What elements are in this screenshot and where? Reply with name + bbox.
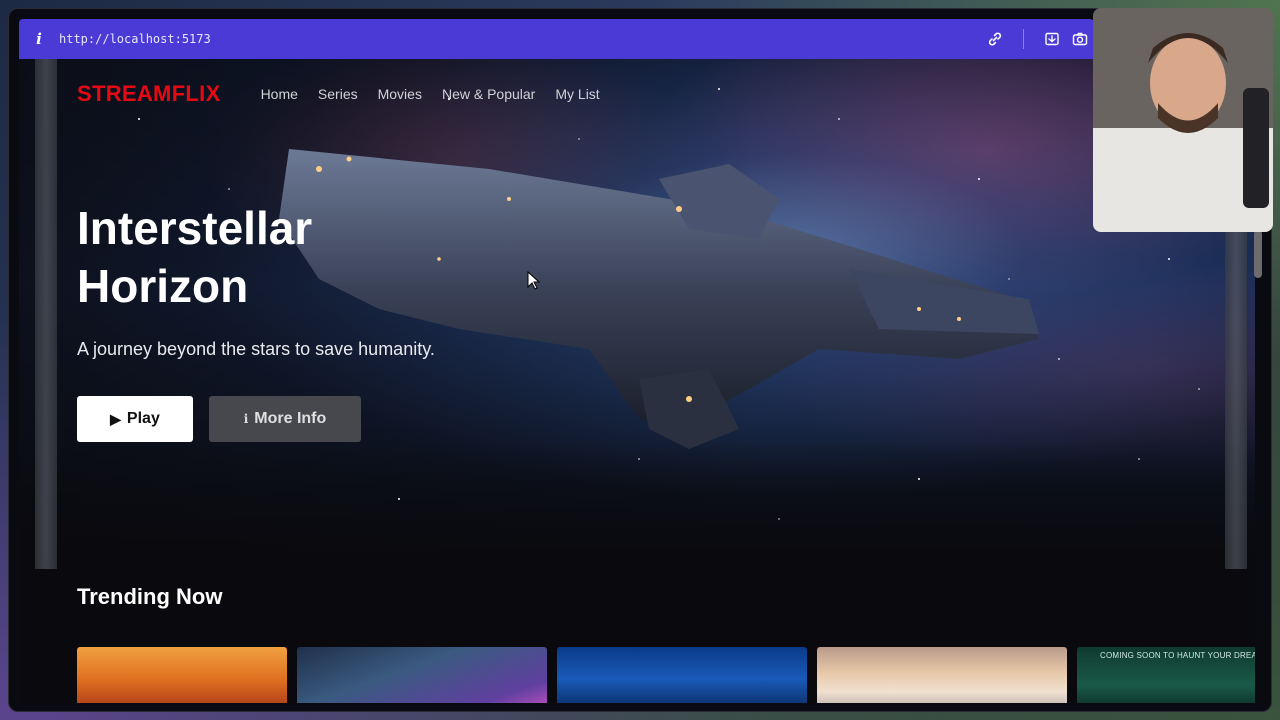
play-label: Play bbox=[126, 410, 160, 427]
info-icon: i bbox=[243, 412, 249, 426]
url-text[interactable]: http://localhost:5173 bbox=[59, 32, 211, 46]
presenter-video bbox=[1093, 8, 1273, 232]
nav-item-series[interactable]: Series bbox=[318, 86, 358, 102]
more-info-label: More Info bbox=[254, 410, 327, 427]
app-viewport: STREAMFLIX Home Series Movies New & Popu… bbox=[19, 59, 1255, 703]
trending-card[interactable] bbox=[817, 647, 1067, 703]
browser-window: i http://localhost:5173 STREAMFLIX Home … bbox=[8, 8, 1272, 712]
hero-content: Interstellar Horizon A journey beyond th… bbox=[77, 199, 435, 442]
webcam-overlay bbox=[1093, 8, 1273, 232]
hero-title: Interstellar Horizon bbox=[77, 202, 313, 312]
link-icon[interactable] bbox=[981, 25, 1009, 53]
camera-icon[interactable] bbox=[1066, 25, 1094, 53]
trending-card[interactable] bbox=[297, 647, 547, 703]
trending-card[interactable] bbox=[77, 647, 287, 703]
toolbar-divider bbox=[1023, 29, 1024, 49]
url-bar-actions bbox=[981, 19, 1094, 59]
nav-item-new-popular[interactable]: New & Popular bbox=[442, 86, 535, 102]
trending-row: COMING SOON TO HAUNT YOUR DREA bbox=[77, 647, 1255, 703]
mouse-cursor-icon bbox=[527, 271, 541, 290]
screenshot-area-icon[interactable] bbox=[1038, 25, 1066, 53]
streamflix-logo[interactable]: STREAMFLIX bbox=[77, 81, 221, 107]
trending-card[interactable]: COMING SOON TO HAUNT YOUR DREA bbox=[1077, 647, 1255, 703]
more-info-button[interactable]: i More Info bbox=[209, 396, 361, 442]
trending-card[interactable] bbox=[557, 647, 807, 703]
nav-item-my-list[interactable]: My List bbox=[555, 86, 599, 102]
top-navigation: STREAMFLIX Home Series Movies New & Popu… bbox=[77, 81, 620, 107]
hero-subtitle: A journey beyond the stars to save human… bbox=[77, 339, 435, 359]
play-icon: ▶ bbox=[110, 410, 121, 427]
nav-item-home[interactable]: Home bbox=[261, 86, 298, 102]
url-bar: i http://localhost:5173 bbox=[19, 19, 1094, 59]
nav-item-movies[interactable]: Movies bbox=[378, 86, 422, 102]
decorative-pillar-left bbox=[35, 59, 57, 569]
hero-actions: ▶ Play i More Info bbox=[77, 396, 435, 442]
play-button[interactable]: ▶ Play bbox=[77, 396, 193, 442]
scrollbar-thumb[interactable] bbox=[1254, 230, 1262, 278]
card-caption: COMING SOON TO HAUNT YOUR DREA bbox=[1100, 651, 1255, 660]
trending-heading: Trending Now bbox=[77, 584, 223, 609]
info-icon[interactable]: i bbox=[19, 30, 59, 48]
